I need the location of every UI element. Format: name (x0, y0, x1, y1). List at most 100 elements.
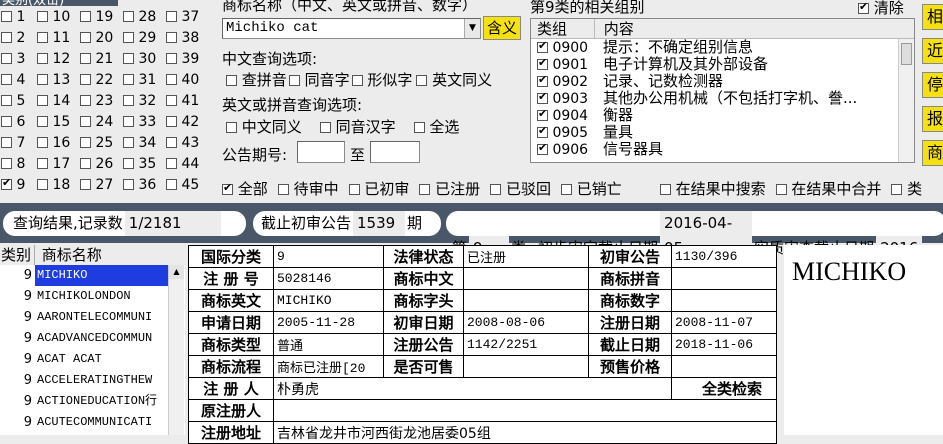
group-row[interactable]: 0905 量具 (531, 124, 914, 141)
checkbox-icon[interactable] (1, 116, 12, 127)
side-button[interactable]: 停 (922, 72, 943, 98)
checkbox-icon[interactable] (123, 11, 134, 22)
clear-checkbox[interactable]: 清除 (858, 0, 904, 18)
class-checkbox-31[interactable]: 31 (123, 70, 156, 91)
group-row[interactable]: 0902 记录、记数检测器 (531, 73, 914, 90)
class-checkbox-14[interactable]: 14 (37, 91, 70, 112)
checkbox-icon[interactable] (37, 74, 48, 85)
checkbox-icon[interactable] (80, 95, 91, 106)
checkbox-icon[interactable] (123, 95, 134, 106)
class-checkbox-10[interactable]: 10 (37, 7, 70, 28)
class-checkbox-28[interactable]: 28 (123, 7, 156, 28)
status-filter[interactable]: 在结果中合并 (775, 180, 881, 198)
checkbox-icon[interactable] (490, 184, 502, 195)
status-filter[interactable]: 全部 (222, 180, 268, 198)
class-checkbox-42[interactable]: 42 (166, 112, 199, 133)
status-filter[interactable]: 已驳回 (490, 180, 551, 198)
class-checkbox-6[interactable]: 6 (1, 112, 25, 133)
status-filter[interactable]: 已注册 (419, 180, 480, 198)
class-checkbox-5[interactable]: 5 (1, 91, 25, 112)
class-checkbox-33[interactable]: 33 (123, 112, 156, 133)
checkbox-icon[interactable] (80, 32, 91, 43)
class-checkbox-34[interactable]: 34 (123, 133, 156, 154)
option-checkbox[interactable]: 形似字 (351, 71, 412, 89)
class-checkbox-7[interactable]: 7 (1, 133, 25, 154)
class-checkbox-35[interactable]: 35 (123, 154, 156, 175)
dropdown-arrow-icon[interactable]: ▼ (464, 19, 480, 38)
result-row[interactable]: 9 ACUTECOMMUNICATI (0, 412, 185, 433)
checkbox-icon[interactable] (659, 184, 671, 195)
option-checkbox[interactable]: 同音字 (288, 71, 350, 89)
checkbox-icon[interactable] (80, 137, 91, 148)
class-checkbox-16[interactable]: 16 (37, 133, 70, 154)
class-checkbox-15[interactable]: 15 (37, 112, 70, 133)
group-row[interactable]: 0901 电子计算机及其外部设备 (531, 56, 914, 73)
option-checkbox[interactable]: 中文同义 (226, 118, 302, 136)
checkbox-icon[interactable] (80, 53, 91, 64)
class-checkbox-1[interactable]: 1 (1, 7, 25, 28)
checkbox-icon[interactable] (37, 53, 48, 64)
meaning-button[interactable]: 含义 (483, 16, 521, 40)
group-scrollbar[interactable] (898, 39, 914, 162)
scroll-thumb[interactable] (901, 43, 912, 65)
class-checkbox-44[interactable]: 44 (166, 154, 199, 175)
checkbox-icon[interactable] (166, 158, 177, 169)
checkbox-icon[interactable] (1, 32, 12, 43)
class-checkbox-29[interactable]: 29 (123, 28, 156, 49)
checkbox-icon[interactable] (123, 74, 134, 85)
status-filter[interactable]: 已初审 (348, 180, 409, 198)
class-checkbox-13[interactable]: 13 (37, 70, 70, 91)
checkbox-icon[interactable] (537, 124, 548, 138)
class-checkbox-12[interactable]: 12 (37, 49, 70, 70)
option-checkbox[interactable]: 英文同义 (416, 71, 492, 89)
checkbox-icon[interactable] (537, 56, 548, 70)
option-checkbox[interactable]: 查拼音 (226, 71, 287, 89)
result-row[interactable]: 9 MICHIKO (0, 265, 185, 286)
checkbox-icon[interactable] (123, 116, 134, 127)
option-checkbox[interactable]: 全选 (413, 118, 459, 136)
checkbox-icon[interactable] (351, 75, 363, 86)
result-row[interactable]: 9 ACADVANCEDCOMMUN (0, 328, 185, 349)
class-checkbox-38[interactable]: 38 (166, 28, 199, 49)
class-checkbox-3[interactable]: 3 (1, 49, 25, 70)
class-checkbox-19[interactable]: 19 (80, 7, 113, 28)
checkbox-icon[interactable] (1, 11, 12, 22)
full-search-button[interactable]: 全类检索 (671, 377, 777, 400)
checkbox-icon[interactable] (537, 73, 548, 87)
result-scrollbar[interactable]: ▲ (168, 265, 184, 435)
class-checkbox-26[interactable]: 26 (80, 154, 113, 175)
checkbox-icon[interactable] (123, 137, 134, 148)
checkbox-icon[interactable] (166, 11, 177, 22)
checkbox-icon[interactable] (537, 39, 548, 53)
class-checkbox-41[interactable]: 41 (166, 91, 199, 112)
class-checkbox-20[interactable]: 20 (80, 28, 113, 49)
checkbox-icon[interactable] (80, 158, 91, 169)
class-checkbox-40[interactable]: 40 (166, 70, 199, 91)
trademark-name-combobox[interactable]: Michiko cat ▼ (222, 18, 481, 39)
checkbox-icon[interactable] (123, 53, 134, 64)
side-button[interactable]: 相 (922, 4, 943, 30)
checkbox-icon[interactable] (891, 184, 903, 195)
checkbox-icon[interactable] (80, 11, 91, 22)
checkbox-icon[interactable] (1, 158, 12, 169)
result-row[interactable]: 9 ACAT ACAT (0, 349, 185, 370)
class-checkbox-22[interactable]: 22 (80, 70, 113, 91)
status-filter[interactable]: 待审中 (277, 180, 339, 198)
class-checkbox-24[interactable]: 24 (80, 112, 113, 133)
checkbox-icon[interactable] (277, 184, 289, 195)
group-row[interactable]: 0904 衡器 (531, 107, 914, 124)
checkbox-icon[interactable] (80, 116, 91, 127)
class-checkbox-32[interactable]: 32 (123, 91, 156, 112)
side-button[interactable]: 报 (922, 106, 943, 132)
checkbox-icon[interactable] (166, 53, 177, 64)
class-checkbox-21[interactable]: 21 (80, 49, 113, 70)
checkbox-icon[interactable] (319, 122, 331, 133)
class-checkbox-25[interactable]: 25 (80, 133, 113, 154)
period-end-input[interactable] (370, 141, 420, 163)
checkbox-icon[interactable] (1, 53, 12, 64)
result-row[interactable]: 9 AARONTELECOMMUNI (0, 307, 185, 328)
class-checkbox-2[interactable]: 2 (1, 28, 25, 49)
checkbox-icon[interactable] (226, 75, 237, 86)
checkbox-icon[interactable] (37, 32, 48, 43)
checkbox-icon[interactable] (123, 32, 134, 43)
